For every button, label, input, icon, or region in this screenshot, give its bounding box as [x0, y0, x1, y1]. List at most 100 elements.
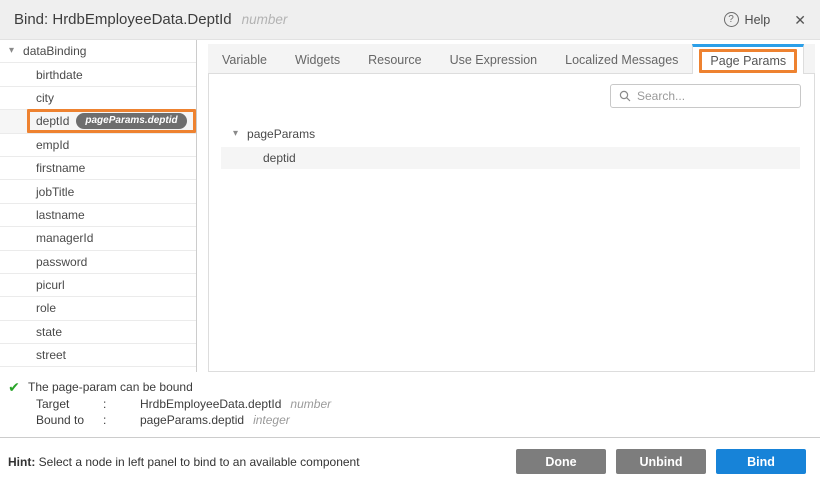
status-row-label: Target [36, 397, 103, 413]
sidebar-item[interactable]: lastname [0, 204, 196, 227]
dialog-footer: Hint: Select a node in left panel to bin… [0, 437, 820, 489]
sidebar-item-inner: lastname [36, 208, 85, 222]
tab[interactable]: Resource [354, 44, 436, 73]
footer-button[interactable]: Unbind [616, 449, 706, 474]
footer-button[interactable]: Done [516, 449, 606, 474]
status-detail-rows: Target : HrdbEmployeeData.deptId number … [36, 397, 820, 428]
status-row-value: HrdbEmployeeData.deptId [140, 397, 281, 413]
tab-bar: Variable Widgets Resource Use Expression [208, 44, 815, 74]
status-detail-row: Bound to : pageParams.deptid integer [36, 413, 820, 429]
tab-label: Variable [222, 53, 267, 67]
tab[interactable]: Page Params [692, 44, 804, 74]
tab[interactable]: Variable [208, 44, 281, 73]
dialog-title-datatype: number [242, 12, 288, 27]
sidebar-item-label: birthdate [36, 68, 83, 82]
sidebar-item[interactable]: street [0, 344, 196, 367]
status-row-datatype: integer [253, 413, 290, 429]
status-row-colon: : [103, 397, 140, 413]
help-label: Help [745, 13, 771, 27]
sidebar-item-label: managerId [36, 231, 93, 245]
sidebar-item[interactable]: password [0, 251, 196, 274]
sidebar-item-label: deptId [36, 114, 69, 128]
tree-node-label: pageParams [247, 127, 315, 141]
bind-dialog: Bind: HrdbEmployeeData.DeptId number ? H… [0, 0, 820, 489]
sidebar-item-label: state [36, 325, 62, 339]
sidebar-item[interactable]: firstname [0, 157, 196, 180]
sidebar-item-label: street [36, 348, 66, 362]
sidebar-item-inner: password [36, 255, 87, 269]
sidebar-item[interactable]: picurl [0, 274, 196, 297]
sidebar-item-label: empId [36, 138, 69, 152]
tab-label: Resource [368, 53, 422, 67]
main-panel: Variable Widgets Resource Use Expression [208, 40, 815, 372]
sidebar-item-label: lastname [36, 208, 85, 222]
search-icon [619, 90, 631, 102]
tab[interactable]: Localized Messages [551, 44, 692, 73]
sidebar-item[interactable]: deptId pageParams.deptid [0, 110, 196, 133]
tab-label: Widgets [295, 53, 340, 67]
sidebar-item-label: firstname [36, 161, 85, 175]
sidebar-item-list: birthdate city deptId [0, 63, 196, 372]
status-detail-row: Target : HrdbEmployeeData.deptId number [36, 397, 820, 413]
sidebar-item-inner: jobTitle [36, 185, 74, 199]
sidebar-item-inner: managerId [36, 231, 93, 245]
help-icon: ? [724, 12, 739, 27]
dialog-title: Bind: HrdbEmployeeData.DeptId [14, 11, 232, 28]
chevron-down-icon: ▾ [9, 46, 14, 56]
sidebar-item-label: jobTitle [36, 185, 74, 199]
status-row-label: Bound to [36, 413, 103, 429]
tab-label: Localized Messages [565, 53, 678, 67]
check-icon: ✔ [0, 380, 28, 395]
sidebar-item[interactable]: empId [0, 134, 196, 157]
sidebar-item[interactable]: role [0, 297, 196, 320]
tree-node-label: deptid [263, 151, 296, 165]
close-icon[interactable]: ✕ [794, 13, 806, 27]
search-box[interactable] [610, 84, 801, 108]
search-input[interactable] [637, 89, 792, 103]
status-row-colon: : [103, 413, 140, 429]
chevron-down-icon: ▾ [233, 129, 238, 139]
dialog-body: ▾ dataBinding birthdate city [0, 40, 820, 372]
sidebar-item[interactable]: state [0, 321, 196, 344]
sidebar-item-inner: street [36, 348, 66, 362]
tree-node-child[interactable]: deptid [221, 147, 800, 169]
tree-children: deptid [209, 147, 814, 169]
sidebar-item-inner: picurl [36, 278, 65, 292]
binding-badge: pageParams.deptid [76, 113, 186, 129]
sidebar-item-inner: city [36, 91, 54, 105]
tab[interactable]: Widgets [281, 44, 354, 73]
data-binding-tree: ▾ dataBinding birthdate city [0, 40, 197, 372]
tab[interactable]: Use Expression [436, 44, 552, 73]
sidebar-item[interactable]: jobTitle [0, 180, 196, 203]
binding-status: ✔ The page-param can be bound Target : H… [0, 372, 820, 437]
hint-text: Hint: Select a node in left panel to bin… [8, 455, 360, 469]
tree-node-pageparams[interactable]: ▾ pageParams [209, 123, 814, 145]
sidebar-item-inner: empId [36, 138, 69, 152]
sidebar-item-label: city [36, 91, 54, 105]
sidebar-item-label: password [36, 255, 87, 269]
page-params-tree: ▾ pageParams deptid [209, 123, 814, 169]
sidebar-item-inner: birthdate [36, 68, 83, 82]
sidebar-item[interactable]: managerId [0, 227, 196, 250]
tree-root-databinding[interactable]: ▾ dataBinding [0, 40, 196, 63]
sidebar-item-label: picurl [36, 278, 65, 292]
search-row [209, 74, 814, 108]
sidebar-item-inner: role [36, 301, 56, 315]
hint-body: Select a node in left panel to bind to a… [35, 455, 359, 469]
sidebar-item-label: role [36, 301, 56, 315]
sidebar-item-inner: firstname [36, 161, 85, 175]
status-message: The page-param can be bound [28, 380, 193, 394]
sidebar-item[interactable]: city [0, 87, 196, 110]
hint-label: Hint: [8, 455, 35, 469]
tab-content-panel: ▾ pageParams deptid [208, 74, 815, 372]
sidebar-item-inner: state [36, 325, 62, 339]
sidebar-item[interactable]: birthdate [0, 63, 196, 86]
tree-root-label: dataBinding [23, 44, 86, 58]
dialog-header: Bind: HrdbEmployeeData.DeptId number ? H… [0, 0, 820, 40]
help-button[interactable]: ? Help [724, 12, 771, 27]
status-row-datatype: number [290, 397, 331, 413]
footer-button[interactable]: Bind [716, 449, 806, 474]
footer-buttons: Done Unbind Bind [516, 449, 806, 474]
status-message-row: ✔ The page-param can be bound [0, 380, 820, 395]
tab-label: Use Expression [450, 53, 538, 67]
